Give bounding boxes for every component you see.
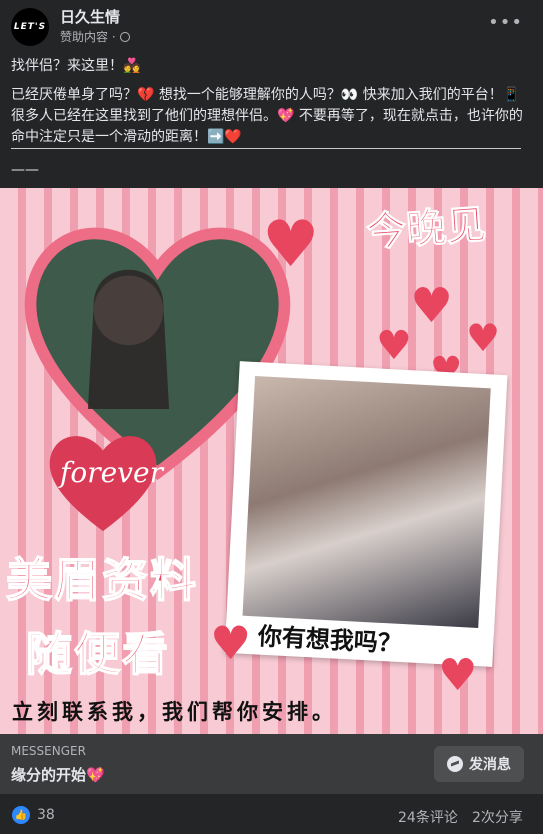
send-message-button[interactable]: 发消息 (434, 746, 524, 782)
text-divider (11, 148, 521, 149)
sponsored-text: 赞助内容 · (60, 30, 116, 44)
forever-text: forever (60, 456, 163, 489)
creative-headline: 今晚见 (364, 201, 488, 257)
post-footer: 👍 38 24条评论 2次分享 (0, 794, 543, 834)
sponsored-label[interactable]: 赞助内容 · (60, 28, 130, 45)
creative-cta-text: 立刻联系我，我们帮你安排。 (12, 700, 337, 724)
creative-line2: 随便看 (25, 626, 170, 682)
page-avatar[interactable]: LET'S (11, 8, 49, 46)
like-count[interactable]: 38 (37, 807, 55, 823)
comment-count[interactable]: 24条评论 (398, 807, 458, 827)
post-text-line1: 找伴侣？来这里！💑 (11, 58, 141, 74)
ad-creative-image[interactable]: ♥ ♥ ♥ ♥ ♥ 今晚见 forever 美眉资料 随便看 ♥ ♥ 你有想我吗… (0, 188, 543, 734)
heart-icon: ♥ (438, 650, 478, 701)
ad-headline: 缘分的开始💖 (11, 766, 105, 784)
ad-link-bar[interactable]: MESSENGER 缘分的开始💖 发消息 (0, 734, 543, 794)
like-reaction-icon[interactable]: 👍 (12, 806, 30, 824)
speech-bubble-text: 你有想我吗？ (257, 622, 403, 658)
messenger-icon (447, 756, 463, 772)
heart-icon: ♥ (210, 616, 252, 670)
heart-icon: ♥ (466, 316, 501, 360)
heart-icon: ♥ (410, 278, 454, 334)
more-options-icon[interactable]: ••• (488, 12, 523, 33)
send-message-label: 发消息 (469, 757, 511, 773)
page-name-link[interactable]: 日久生情 (60, 6, 120, 27)
ad-source-label: MESSENGER (11, 744, 86, 758)
post-text-paragraph: 已经厌倦单身了吗？💔 想找一个能够理解你的人吗？👀 快来加入我们的平台！📱很多人… (11, 87, 523, 145)
post-header: LET'S 日久生情 赞助内容 · ••• (0, 0, 543, 52)
portrait-photo (242, 376, 491, 629)
share-count[interactable]: 2次分享 (472, 807, 523, 827)
heart-icon: ♥ (376, 323, 412, 369)
post-body-text: 找伴侣？来这里！💑 已经厌倦单身了吗？💔 想找一个能够理解你的人吗？👀 快来加入… (11, 56, 527, 156)
heart-icon: ♥ (262, 208, 320, 282)
globe-icon (119, 31, 130, 42)
post-dash: —— (11, 162, 39, 178)
creative-line1: 美眉资料 (5, 552, 198, 608)
